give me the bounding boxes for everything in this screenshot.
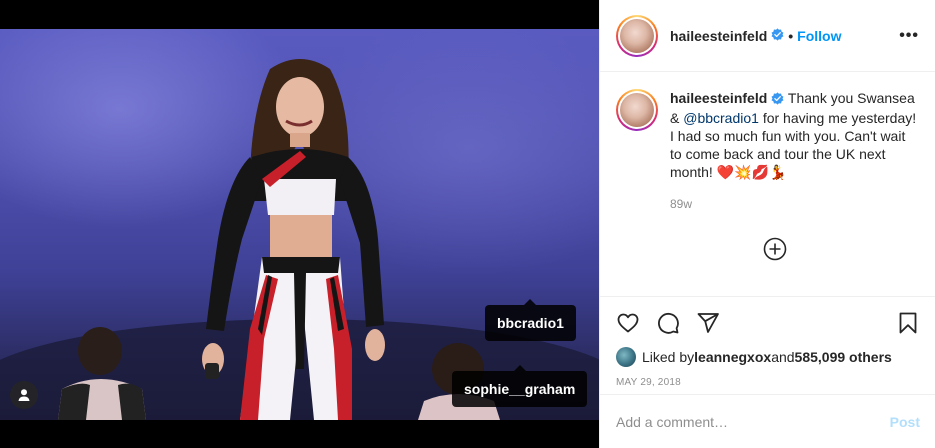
- caption-text: haileesteinfeld Thank you Swansea & @bbc…: [670, 89, 920, 181]
- post-comment-button[interactable]: Post: [890, 414, 920, 430]
- caption-avatar[interactable]: [616, 89, 658, 131]
- author-info: haileesteinfeld • Follow: [670, 28, 842, 44]
- follow-button[interactable]: Follow: [797, 28, 841, 44]
- liker-username[interactable]: leannegxox: [694, 349, 771, 365]
- comment-input[interactable]: [616, 413, 890, 430]
- user-tags-icon: [18, 389, 30, 401]
- comment-icon[interactable]: [656, 311, 680, 335]
- more-options-icon[interactable]: •••: [899, 27, 919, 44]
- comment-box: Post: [600, 394, 935, 448]
- user-tags-button[interactable]: [10, 381, 38, 409]
- photo-tag-bbcradio1[interactable]: bbcradio1: [485, 299, 576, 341]
- bookmark-icon[interactable]: [896, 311, 920, 335]
- caption-area: haileesteinfeld Thank you Swansea & @bbc…: [600, 73, 935, 296]
- caption-row: haileesteinfeld Thank you Swansea & @bbc…: [616, 89, 920, 181]
- author-username[interactable]: haileesteinfeld: [670, 28, 767, 44]
- post-side-panel: haileesteinfeld • Follow ••• haileestein…: [599, 0, 935, 448]
- likes-prefix: Liked by: [642, 349, 695, 365]
- caption-time-ago[interactable]: 89w: [670, 197, 920, 211]
- post-photo: [0, 29, 599, 420]
- header-separator: •: [788, 27, 794, 44]
- photo-tag-sophie-graham[interactable]: sophie__graham: [452, 365, 588, 407]
- caption-mention[interactable]: @bbcradio1: [683, 110, 759, 126]
- heart-icon[interactable]: [616, 311, 640, 335]
- post-date[interactable]: MAY 29, 2018: [600, 377, 935, 388]
- liker-avatar[interactable]: [616, 347, 636, 367]
- caption-username[interactable]: haileesteinfeld: [670, 90, 767, 106]
- share-icon[interactable]: [696, 311, 720, 335]
- likes-middle: and: [771, 349, 795, 365]
- author-avatar[interactable]: [616, 14, 658, 57]
- post-header: haileesteinfeld • Follow •••: [600, 0, 935, 72]
- caption-emojis: ❤️💥💋💃: [716, 164, 787, 180]
- action-bar: [600, 297, 935, 341]
- concert-scene: [0, 59, 599, 420]
- likes-summary: Liked by leannegxox and 585,099 others: [600, 347, 935, 367]
- verified-badge-icon: [771, 91, 784, 109]
- post-media[interactable]: bbcradio1 sophie__graham: [0, 0, 599, 448]
- likes-count[interactable]: 585,099 others: [795, 349, 892, 365]
- verified-badge-icon: [771, 27, 784, 44]
- add-circle-icon[interactable]: [763, 237, 787, 264]
